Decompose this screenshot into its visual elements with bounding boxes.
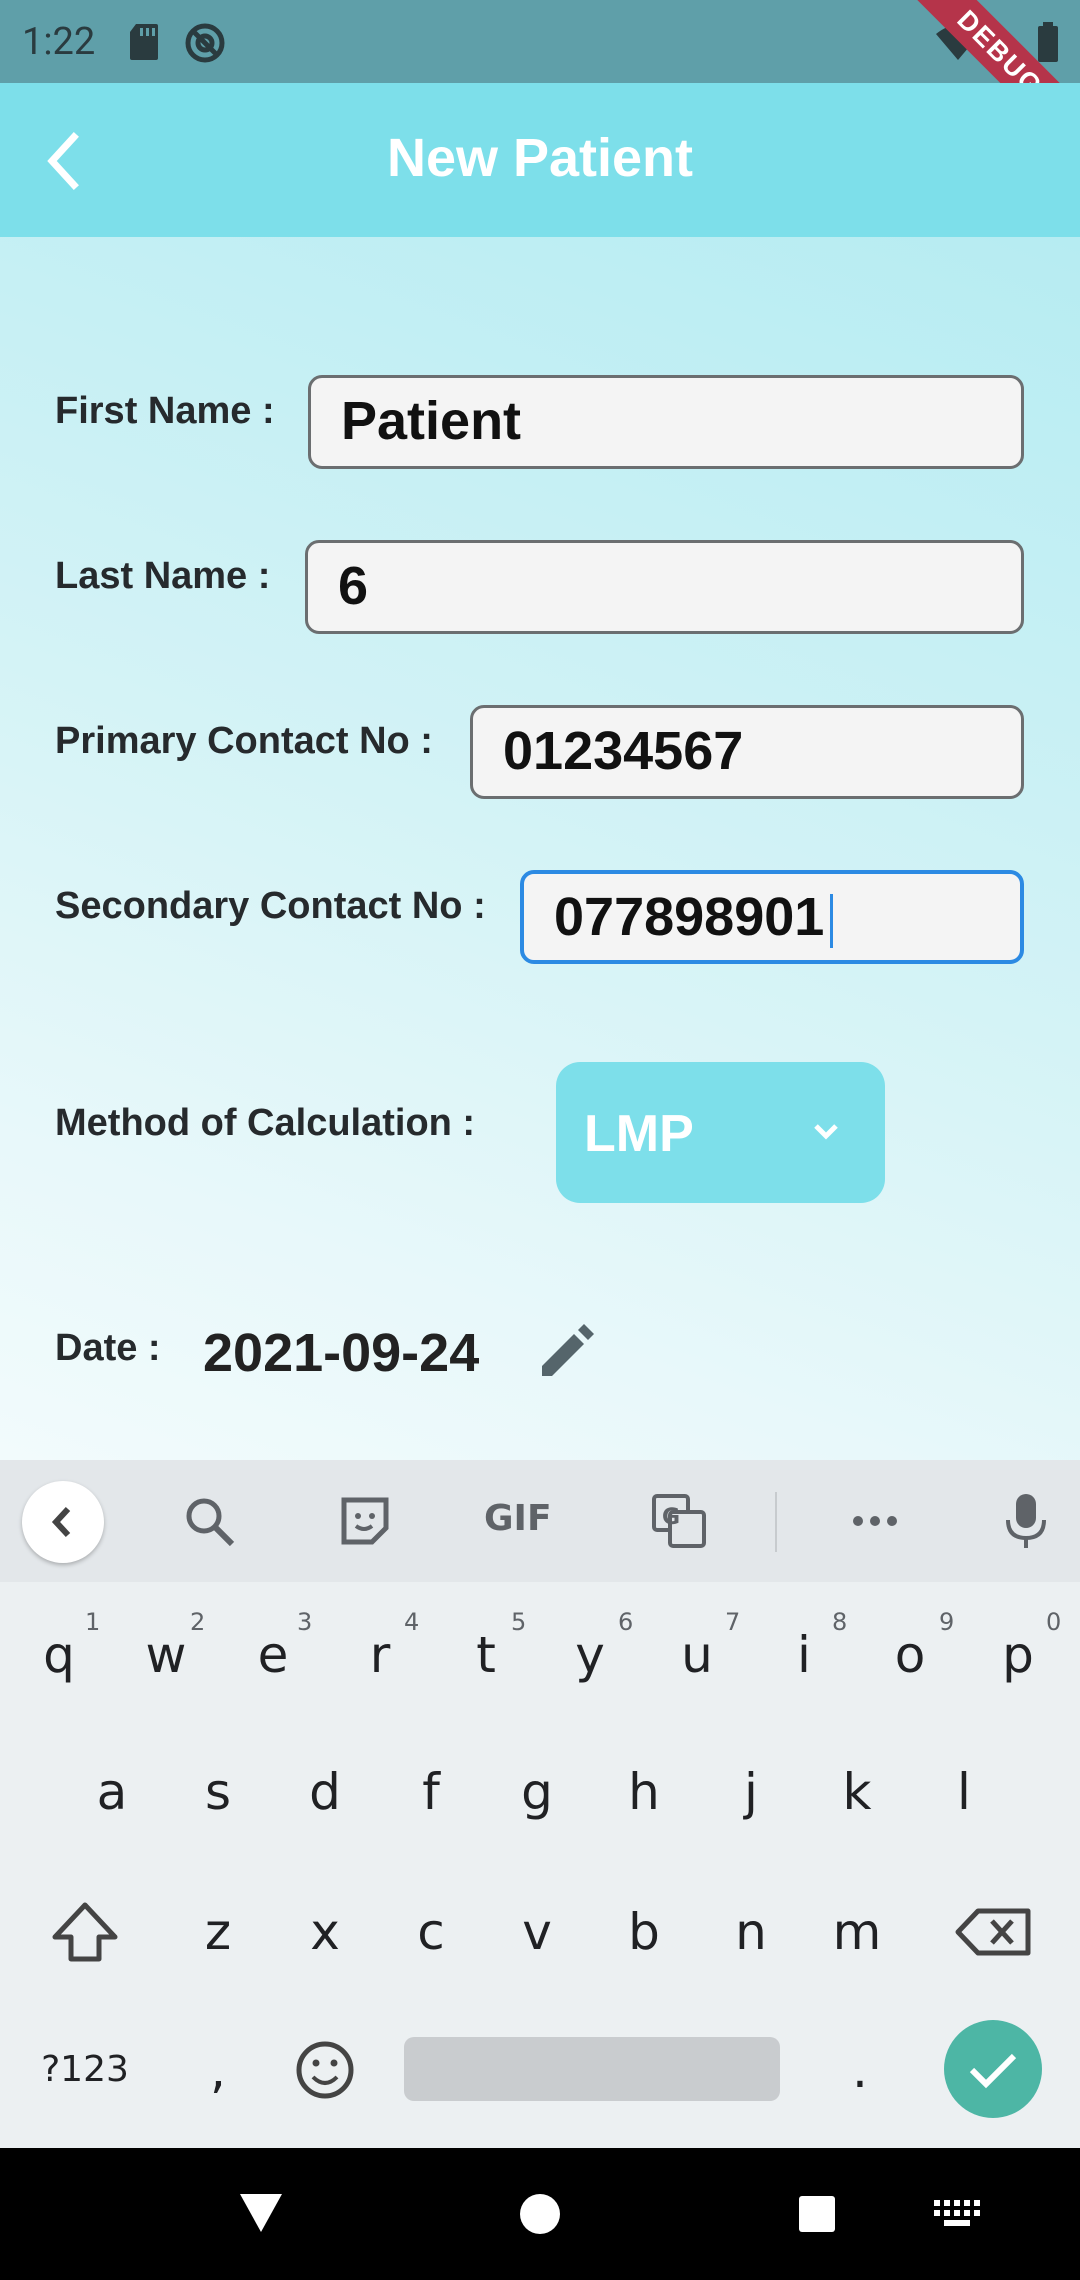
key-n[interactable]: n — [701, 1877, 801, 1987]
key-l[interactable]: l — [914, 1737, 1014, 1847]
key-hint-1: 1 — [85, 1608, 101, 1636]
chevron-down-icon — [814, 1124, 838, 1140]
date-label: Date : — [55, 1327, 161, 1369]
status-time: 1:22 — [22, 20, 96, 64]
key-hint-7: 7 — [725, 1608, 741, 1636]
space-key[interactable] — [404, 2037, 780, 2101]
enter-key[interactable] — [944, 2020, 1042, 2118]
soft-keyboard: GIF G q w e r t y u i o p 1 2 3 4 5 6 7 … — [0, 1460, 1080, 2148]
sticker-icon[interactable] — [336, 1492, 394, 1550]
keyboard-switch-icon[interactable] — [934, 2200, 982, 2230]
key-hint-2: 2 — [190, 1608, 206, 1636]
more-options-icon[interactable] — [846, 1492, 904, 1550]
comma-key[interactable]: , — [168, 2015, 268, 2125]
key-hint-3: 3 — [297, 1608, 313, 1636]
nav-recents-icon[interactable] — [797, 2194, 837, 2234]
key-x[interactable]: x — [275, 1877, 375, 1987]
key-k[interactable]: k — [807, 1737, 907, 1847]
last-name-field[interactable]: 6 — [305, 540, 1024, 634]
date-value: 2021-09-24 — [203, 1323, 480, 1383]
navigation-bar — [0, 2148, 1080, 2280]
svg-text:G: G — [662, 1505, 680, 1530]
toolbar-collapse-button[interactable] — [22, 1481, 104, 1563]
first-name-label: First Name : — [55, 390, 275, 432]
backspace-key-icon[interactable] — [944, 1877, 1044, 1987]
key-s[interactable]: s — [168, 1737, 268, 1847]
patient-form: First Name : Patient Last Name : 6 Prima… — [0, 237, 1080, 1460]
key-hint-5: 5 — [511, 1608, 527, 1636]
battery-icon — [1038, 22, 1058, 62]
key-g[interactable]: g — [487, 1737, 587, 1847]
key-hint-6: 6 — [618, 1608, 634, 1636]
key-hint-4: 4 — [404, 1608, 420, 1636]
method-dropdown[interactable]: LMP — [556, 1062, 885, 1203]
period-key[interactable]: . — [810, 2015, 910, 2125]
page-title: New Patient — [386, 128, 694, 188]
edit-pencil-icon[interactable] — [536, 1322, 596, 1382]
method-label: Method of Calculation : — [55, 1102, 476, 1144]
last-name-label: Last Name : — [55, 555, 271, 597]
secondary-contact-value: 077898901 — [554, 887, 825, 947]
checkmark-icon — [969, 2053, 1017, 2089]
key-b[interactable]: b — [594, 1877, 694, 1987]
key-m[interactable]: m — [807, 1877, 907, 1987]
chevron-left-icon — [51, 1506, 71, 1538]
key-c[interactable]: c — [381, 1877, 481, 1987]
key-hint-9: 9 — [939, 1608, 955, 1636]
secondary-contact-label: Secondary Contact No : — [55, 885, 486, 927]
search-icon[interactable] — [180, 1492, 238, 1550]
do-not-disturb-icon — [185, 23, 225, 63]
status-bar: 1:22 DEBUG — [0, 0, 1080, 83]
key-v[interactable]: v — [487, 1877, 587, 1987]
symbols-key[interactable]: ?123 — [35, 2015, 135, 2125]
app-bar: New Patient — [0, 83, 1080, 237]
translate-icon[interactable]: G — [650, 1492, 708, 1550]
key-f[interactable]: f — [381, 1737, 481, 1847]
nav-home-icon[interactable] — [518, 2192, 562, 2236]
keyboard-toolbar: GIF G — [0, 1460, 1080, 1582]
primary-contact-label: Primary Contact No : — [55, 720, 433, 762]
first-name-field[interactable]: Patient — [308, 375, 1024, 469]
key-hint-0: 0 — [1046, 1608, 1062, 1636]
key-d[interactable]: d — [275, 1737, 375, 1847]
key-z[interactable]: z — [168, 1877, 268, 1987]
key-j[interactable]: j — [701, 1737, 801, 1847]
key-h[interactable]: h — [594, 1737, 694, 1847]
secondary-contact-field[interactable]: 077898901 — [520, 870, 1024, 964]
sd-card-icon — [130, 24, 158, 60]
text-caret — [830, 893, 834, 948]
key-hint-8: 8 — [832, 1608, 848, 1636]
key-a[interactable]: a — [62, 1737, 162, 1847]
method-dropdown-value: LMP — [584, 1105, 694, 1163]
emoji-key-icon[interactable] — [275, 2015, 375, 2125]
gif-button[interactable]: GIF — [484, 1498, 552, 1539]
microphone-icon[interactable] — [998, 1492, 1054, 1550]
shift-key-icon[interactable] — [35, 1877, 135, 1987]
primary-contact-field[interactable]: 01234567 — [470, 705, 1024, 799]
toolbar-divider — [775, 1492, 777, 1552]
nav-back-icon[interactable] — [236, 2190, 286, 2236]
